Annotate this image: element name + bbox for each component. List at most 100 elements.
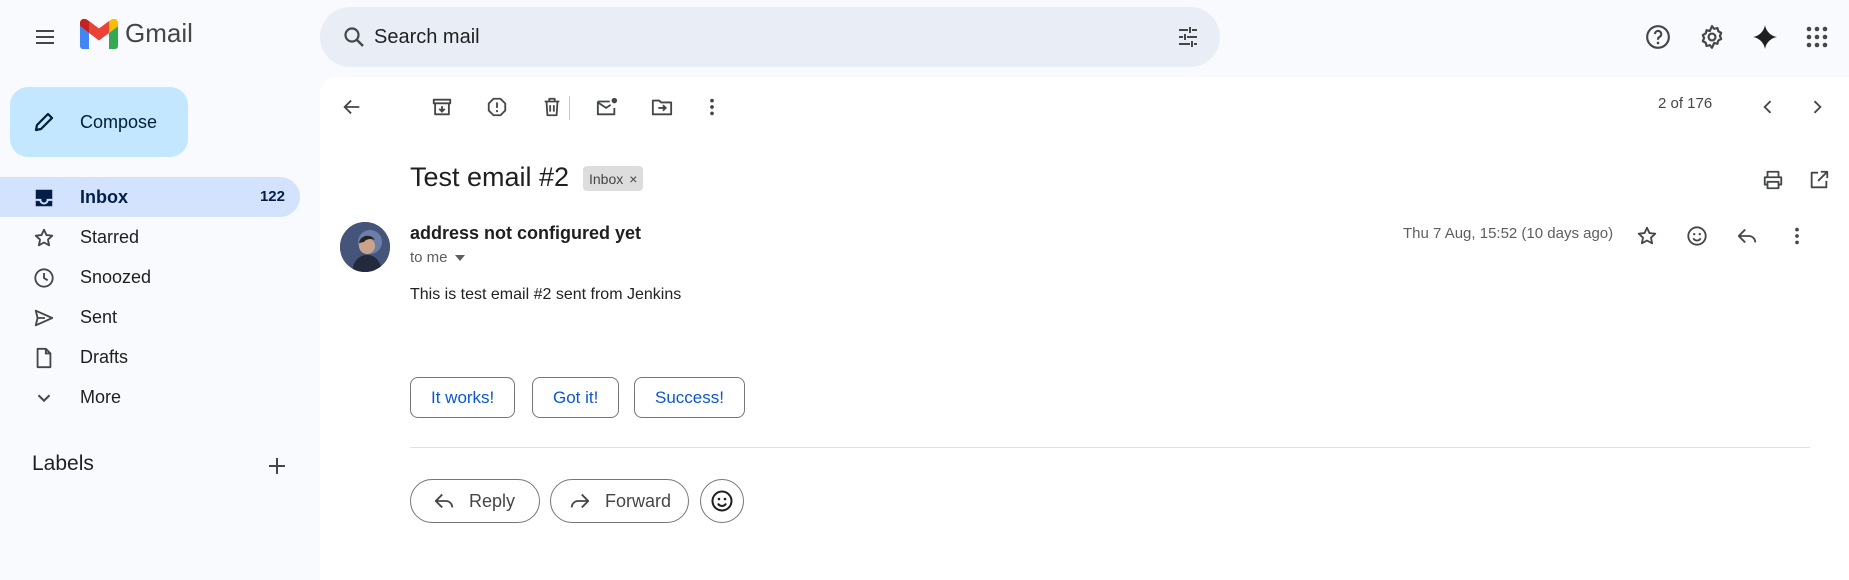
back-to-inbox-button[interactable] <box>332 87 372 127</box>
report-spam-button[interactable] <box>477 87 517 127</box>
reply-icon <box>1737 228 1757 244</box>
emoji-icon <box>711 490 733 512</box>
plus-icon <box>269 458 285 474</box>
mark-unread-icon <box>596 97 618 116</box>
newer-message-button[interactable] <box>1748 87 1788 127</box>
star-icon <box>34 228 54 247</box>
gmail-m-icon <box>80 18 118 49</box>
search-bar[interactable]: Search mail <box>320 7 1220 67</box>
gear-icon <box>1701 25 1723 49</box>
react-emoji-button[interactable] <box>700 479 744 523</box>
move-to-icon <box>651 99 673 116</box>
chevron-down-icon <box>37 394 51 403</box>
back-arrow-icon <box>343 99 360 115</box>
add-reaction-button[interactable] <box>1677 216 1717 256</box>
send-icon <box>34 309 54 327</box>
inbox-label-chip: Inbox × <box>583 166 644 191</box>
reply-action-button[interactable]: Reply <box>410 479 540 523</box>
recipient-details-toggle[interactable]: to me <box>410 249 466 266</box>
print-icon <box>1763 170 1783 190</box>
move-to-button[interactable] <box>642 87 682 127</box>
sidebar-item-snoozed[interactable]: Snoozed <box>0 257 300 297</box>
sidebar-item-drafts[interactable]: Drafts <box>0 337 300 377</box>
sidebar-item-label: More <box>80 387 122 407</box>
delete-icon <box>544 97 560 117</box>
more-vert-icon <box>710 98 714 116</box>
recipient-text: to me <box>410 249 448 266</box>
email-subject: Test email #2 <box>410 162 570 192</box>
reply-button[interactable] <box>1727 216 1767 256</box>
search-icon <box>344 27 364 47</box>
forward-action-button[interactable]: Forward <box>550 479 689 523</box>
avatar-image <box>340 222 390 272</box>
mark-as-unread-button[interactable] <box>587 87 627 127</box>
message-view: 2 of 176 Test email #2 Inbox × address n… <box>320 77 1849 580</box>
older-message-button[interactable] <box>1797 87 1837 127</box>
sender-avatar[interactable] <box>340 222 390 272</box>
help-icon <box>1646 25 1670 49</box>
more-options-button[interactable] <box>692 87 732 127</box>
search-button[interactable] <box>334 17 374 57</box>
compose-button[interactable]: Compose <box>10 87 188 157</box>
google-apps-button[interactable] <box>1797 17 1837 57</box>
reply-label: Reply <box>469 490 516 511</box>
report-spam-icon <box>487 97 507 117</box>
sidebar-item-label: Inbox <box>80 187 128 207</box>
smart-reply-it-works[interactable]: It works! <box>410 377 516 418</box>
star-icon <box>1637 226 1657 245</box>
inbox-unread-count: 122 <box>259 188 285 205</box>
print-all-button[interactable] <box>1753 160 1793 200</box>
message-more-button[interactable] <box>1777 216 1817 256</box>
reply-divider <box>410 447 1810 448</box>
sidebar-item-more[interactable]: More <box>0 377 300 417</box>
message-pager: 2 of 176 <box>1658 95 1713 112</box>
delete-button[interactable] <box>532 87 572 127</box>
email-date: Thu 7 Aug, 15:52 (10 days ago) <box>1403 225 1614 242</box>
chevron-right-icon <box>1813 100 1822 114</box>
inbox-icon <box>35 189 53 207</box>
chevron-left-icon <box>1763 100 1772 114</box>
compose-label: Compose <box>80 112 158 132</box>
sidebar-item-label: Drafts <box>80 347 129 367</box>
forward-icon <box>570 493 590 509</box>
gemini-button[interactable] <box>1745 17 1785 57</box>
chip-label: Inbox <box>589 170 624 187</box>
search-options-button[interactable] <box>1168 17 1208 57</box>
emoji-icon <box>1687 226 1707 246</box>
create-label-button[interactable] <box>265 454 289 478</box>
hamburger-icon <box>36 30 54 44</box>
reply-icon <box>434 493 454 509</box>
apps-grid-icon <box>1806 26 1828 48</box>
gmail-logo[interactable]: Gmail <box>80 18 193 49</box>
sidebar-item-label: Starred <box>80 227 140 247</box>
main-menu-button[interactable] <box>25 17 65 57</box>
archive-icon <box>432 98 452 116</box>
labels-heading: Labels <box>32 452 94 475</box>
sender-name: address not configured yet <box>410 223 642 243</box>
sidebar-item-label: Snoozed <box>80 267 152 287</box>
smart-reply-got-it[interactable]: Got it! <box>532 377 620 418</box>
gemini-icon <box>1753 25 1777 49</box>
open-in-new-icon <box>1810 170 1829 189</box>
toolbar-divider <box>569 96 570 120</box>
caret-down-icon <box>454 254 465 261</box>
sidebar-item-sent[interactable]: Sent <box>0 297 300 337</box>
sidebar-item-label: Sent <box>80 307 118 327</box>
archive-button[interactable] <box>422 87 462 127</box>
search-input[interactable]: Search mail <box>374 7 480 67</box>
help-button[interactable] <box>1638 17 1678 57</box>
email-body: This is test email #2 sent from Jenkins <box>410 286 682 303</box>
clock-icon <box>34 268 54 288</box>
settings-button[interactable] <box>1692 17 1732 57</box>
sidebar-item-inbox[interactable]: Inbox 122 <box>0 177 300 217</box>
forward-label: Forward <box>605 490 672 511</box>
open-in-new-window-button[interactable] <box>1799 160 1839 200</box>
pencil-icon <box>34 112 54 132</box>
remove-label-button[interactable]: × <box>629 171 637 187</box>
draft-icon <box>36 347 52 369</box>
more-vert-icon <box>1795 227 1799 245</box>
smart-reply-success[interactable]: Success! <box>634 377 745 418</box>
star-message-button[interactable] <box>1627 216 1667 256</box>
sidebar-item-starred[interactable]: Starred <box>0 217 300 257</box>
tune-icon <box>1179 27 1197 47</box>
